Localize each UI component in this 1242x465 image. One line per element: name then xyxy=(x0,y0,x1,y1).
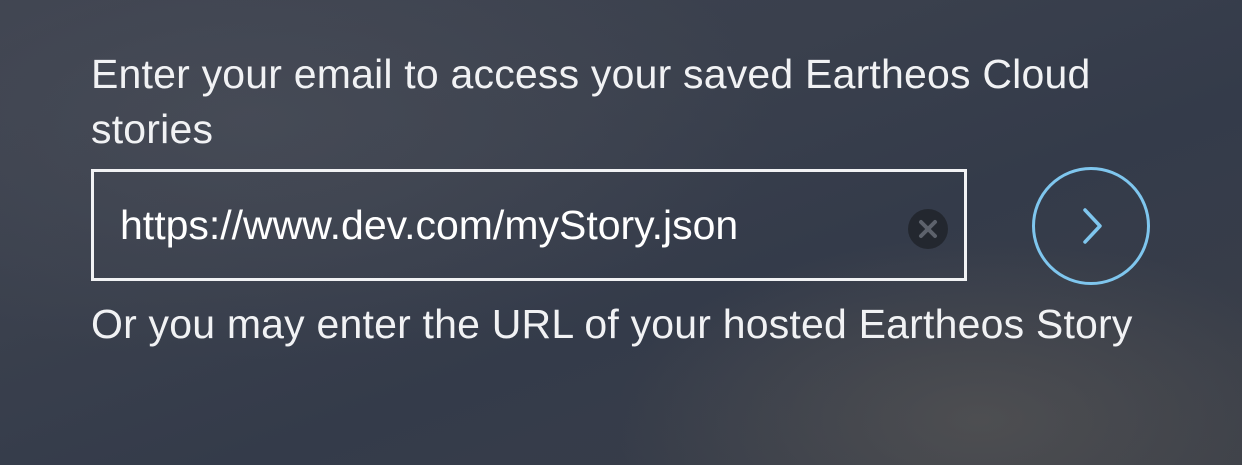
story-access-panel: Enter your email to access your saved Ea… xyxy=(0,0,1242,465)
url-field-container[interactable] xyxy=(91,169,967,281)
clear-button[interactable] xyxy=(908,209,948,249)
submit-button[interactable] xyxy=(1032,167,1150,285)
url-prompt-text: Or you may enter the URL of your hosted … xyxy=(91,301,1133,347)
email-prompt-text: Enter your email to access your saved Ea… xyxy=(91,51,1091,152)
url-input[interactable] xyxy=(120,172,900,278)
chevron-right-icon xyxy=(1083,208,1102,244)
clear-icon xyxy=(919,220,937,238)
